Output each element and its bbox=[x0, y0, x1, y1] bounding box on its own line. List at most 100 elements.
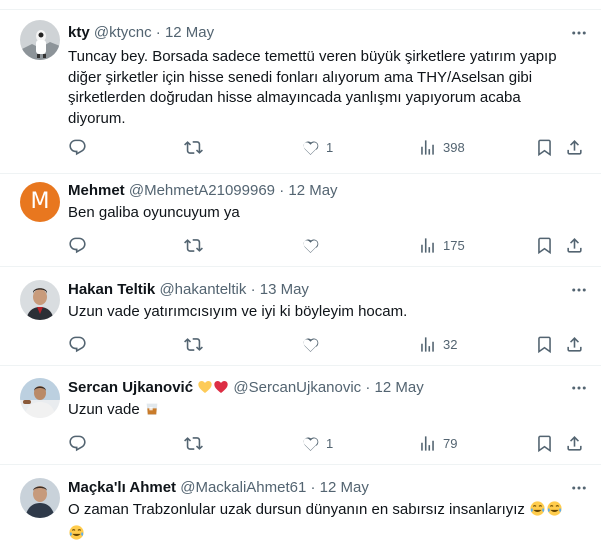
reply-tweet[interactable]: M Mehmet @MehmetA21099969 · 12 May Ben g… bbox=[0, 174, 601, 267]
retweet-button[interactable] bbox=[184, 137, 203, 157]
heart-icon bbox=[301, 138, 320, 157]
more-horizontal-icon bbox=[570, 379, 588, 397]
action-bar: 175 bbox=[68, 235, 586, 255]
tweet-text: Uzun vade yatırımcısıyım ve iyi ki böyle… bbox=[68, 302, 573, 323]
bookmark-button[interactable] bbox=[535, 334, 554, 354]
views-bar-chart-icon bbox=[418, 335, 437, 354]
tweet-header: Maçka'lı Ahmet @MackaliAhmet61 · 12 May bbox=[68, 478, 369, 498]
avatar[interactable] bbox=[20, 280, 60, 320]
reply-tweet[interactable]: Maçka'lı Ahmet @MackaliAhmet61 · 12 May … bbox=[0, 465, 601, 545]
reply-tweet[interactable]: Hakan Teltik @hakanteltik · 13 May Uzun … bbox=[0, 267, 601, 366]
display-name[interactable]: kty bbox=[68, 24, 90, 41]
tweet-date[interactable]: 13 May bbox=[260, 281, 309, 298]
more-options-button[interactable] bbox=[569, 478, 589, 498]
retweet-icon bbox=[184, 138, 203, 157]
tweet-text-row: Uzun vade bbox=[68, 400, 573, 424]
like-count: 1 bbox=[326, 436, 333, 451]
bookmark-button[interactable] bbox=[535, 137, 554, 157]
display-name[interactable]: Hakan Teltik bbox=[68, 281, 155, 298]
display-name[interactable]: Mehmet bbox=[68, 182, 125, 199]
bookmark-icon bbox=[535, 335, 554, 354]
user-handle[interactable]: @SercanUjkanovic bbox=[233, 379, 361, 396]
view-count: 32 bbox=[443, 337, 457, 352]
avatar[interactable] bbox=[20, 20, 60, 60]
like-button[interactable]: 1 bbox=[301, 137, 333, 157]
reply-button[interactable] bbox=[68, 433, 87, 453]
reply-tweet[interactable]: Sercan Ujkanović @SercanUjkanovic · 12 M… bbox=[0, 366, 601, 465]
heart-icon bbox=[301, 236, 320, 255]
avatar[interactable] bbox=[20, 378, 60, 418]
retweet-icon bbox=[184, 335, 203, 354]
share-button[interactable] bbox=[565, 334, 584, 354]
tweet-date[interactable]: 12 May bbox=[165, 24, 214, 41]
views-bar-chart-icon bbox=[418, 236, 437, 255]
tweet-text: Tuncay bey. Borsada sadece temettü veren… bbox=[68, 47, 573, 129]
retweet-icon bbox=[184, 434, 203, 453]
action-bar: 1 398 bbox=[68, 137, 586, 157]
share-icon bbox=[565, 434, 584, 453]
separator-dot: · bbox=[251, 281, 256, 298]
user-handle[interactable]: @hakanteltik bbox=[159, 281, 246, 298]
like-button[interactable]: 1 bbox=[301, 433, 333, 453]
like-button[interactable] bbox=[301, 334, 326, 354]
tweet-date[interactable]: 12 May bbox=[288, 182, 337, 199]
user-handle[interactable]: @MackaliAhmet61 bbox=[180, 479, 306, 496]
reply-tweet[interactable]: kty @ktycnc · 12 May Tuncay bey. Borsada… bbox=[0, 10, 601, 174]
tweet-date[interactable]: 12 May bbox=[375, 379, 424, 396]
separator-dot: · bbox=[311, 479, 316, 496]
share-icon bbox=[565, 335, 584, 354]
tweet-text: Ben galiba oyuncuyum ya bbox=[68, 203, 573, 224]
retweet-button[interactable] bbox=[184, 433, 203, 453]
share-button[interactable] bbox=[565, 433, 584, 453]
retweet-button[interactable] bbox=[184, 334, 203, 354]
tweet-text: Uzun vade bbox=[68, 401, 140, 418]
bookmark-icon bbox=[535, 236, 554, 255]
reply-button[interactable] bbox=[68, 334, 87, 354]
more-horizontal-icon bbox=[570, 24, 588, 42]
more-options-button[interactable] bbox=[569, 23, 589, 43]
tears-of-joy-emoji bbox=[68, 524, 85, 547]
reply-button[interactable] bbox=[68, 137, 87, 157]
tears-of-joy-emoji bbox=[529, 500, 546, 524]
share-button[interactable] bbox=[565, 235, 584, 255]
more-options-button[interactable] bbox=[569, 378, 589, 398]
share-icon bbox=[565, 236, 584, 255]
share-icon bbox=[565, 138, 584, 157]
views-button[interactable]: 32 bbox=[418, 334, 457, 354]
display-name[interactable]: Sercan Ujkanović bbox=[68, 379, 193, 396]
reply-icon bbox=[68, 236, 87, 255]
bookmark-button[interactable] bbox=[535, 433, 554, 453]
views-button[interactable]: 175 bbox=[418, 235, 465, 255]
avatar[interactable]: M bbox=[20, 182, 60, 222]
bookmark-button[interactable] bbox=[535, 235, 554, 255]
tweet-date[interactable]: 12 May bbox=[320, 479, 369, 496]
more-options-button[interactable] bbox=[569, 280, 589, 300]
tweet-text-row: O zaman Trabzonlular uzak dursun dünyanı… bbox=[68, 500, 573, 547]
views-bar-chart-icon bbox=[418, 434, 437, 453]
more-horizontal-icon bbox=[570, 479, 588, 497]
user-handle[interactable]: @ktycnc bbox=[94, 24, 152, 41]
user-handle[interactable]: @MehmetA21099969 bbox=[129, 182, 275, 199]
avatar[interactable] bbox=[20, 478, 60, 518]
views-button[interactable]: 79 bbox=[418, 433, 457, 453]
tweet-header: Sercan Ujkanović @SercanUjkanovic · 12 M… bbox=[68, 378, 424, 401]
view-count: 175 bbox=[443, 238, 465, 253]
retweet-icon bbox=[184, 236, 203, 255]
red-heart-emoji bbox=[213, 379, 229, 401]
reply-icon bbox=[68, 335, 87, 354]
tweet-header: Hakan Teltik @hakanteltik · 13 May bbox=[68, 280, 309, 300]
tumbler-glass-emoji bbox=[144, 401, 160, 424]
separator-dot: · bbox=[279, 182, 284, 199]
like-button[interactable] bbox=[301, 235, 326, 255]
retweet-button[interactable] bbox=[184, 235, 203, 255]
share-button[interactable] bbox=[565, 137, 584, 157]
action-bar: 32 bbox=[68, 334, 586, 354]
reply-button[interactable] bbox=[68, 235, 87, 255]
bookmark-icon bbox=[535, 138, 554, 157]
tweet-text: O zaman Trabzonlular uzak dursun dünyanı… bbox=[68, 501, 525, 518]
display-name[interactable]: Maçka'lı Ahmet bbox=[68, 479, 176, 496]
action-bar: 1 79 bbox=[68, 433, 586, 453]
reply-icon bbox=[68, 138, 87, 157]
views-button[interactable]: 398 bbox=[418, 137, 465, 157]
views-bar-chart-icon bbox=[418, 138, 437, 157]
